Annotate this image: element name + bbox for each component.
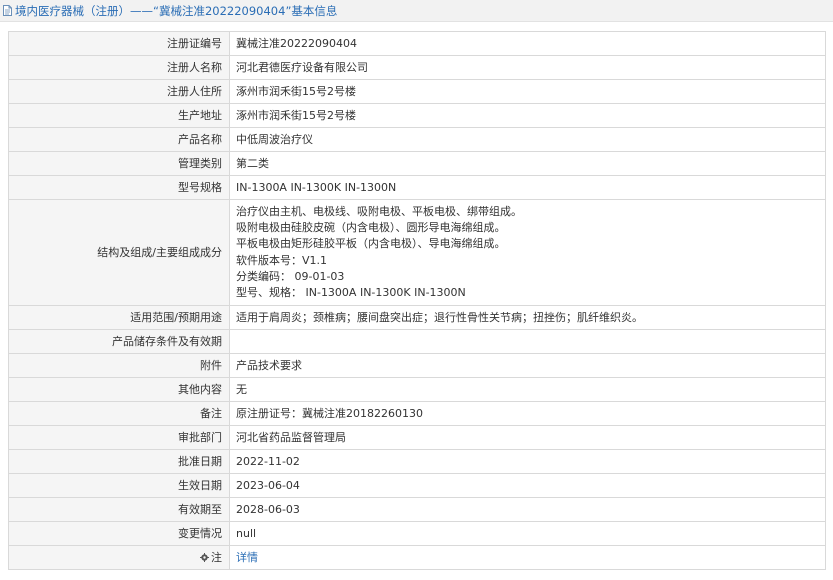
approval-department: 河北省药品监督管理局 [229,425,826,451]
page-title: 境内医疗器械（注册）——“冀械注准20222090404”基本信息 [15,3,338,18]
other-content: 无 [229,377,826,403]
effective-date: 2023-06-04 [229,473,826,499]
table-row: 变更情况 null [8,521,826,547]
row-label: 注册人名称 [8,55,230,80]
row-label: 产品储存条件及有效期 [8,329,230,355]
table-row: 产品储存条件及有效期 [8,329,826,355]
structure-composition: 治疗仪由主机、电极线、吸附电极、平板电极、绑带组成。 吸附电极由硅胶皮碗（内含电… [229,198,826,307]
table-row: 型号规格 IN-1300A IN-1300K IN-1300N [8,175,826,200]
row-label: 管理类别 [8,151,230,176]
row-label: 有效期至 [8,497,230,523]
table-row: 注册证编号 冀械注准20222090404 [8,31,826,56]
row-label: 结构及组成/主要组成成分 [8,198,230,307]
intended-use: 适用于肩周炎；颈椎病；腰间盘突出症；退行性骨性关节病；扭挫伤；肌纤维织炎。 [229,305,826,331]
table-row: 结构及组成/主要组成成分 治疗仪由主机、电极线、吸附电极、平板电极、绑带组成。 … [8,198,826,307]
product-name: 中低周波治疗仪 [229,127,826,152]
row-label: 变更情况 [8,521,230,547]
row-label: 其他内容 [8,377,230,403]
details-link[interactable]: 详情 [236,551,258,564]
table-row: 有效期至 2028-06-03 [8,497,826,523]
table-row: 注册人住所 涿州市润禾街15号2号楼 [8,79,826,104]
table-row: 产品名称 中低周波治疗仪 [8,127,826,152]
row-label: 批准日期 [8,449,230,475]
page-header: 境内医疗器械（注册）——“冀械注准20222090404”基本信息 [0,0,833,22]
row-label: 注册证编号 [8,31,230,56]
table-row: 批准日期 2022-11-02 [8,449,826,475]
table-row: 备注 原注册证号：冀械注准20182260130 [8,401,826,427]
note-label-text: 注 [211,550,222,564]
composition-line: 治疗仪由主机、电极线、吸附电极、平板电极、绑带组成。 [236,205,522,218]
gear-icon [200,551,209,562]
composition-line: 吸附电极由硅胶皮碗（内含电极）、圆形导电海绵组成。 [236,221,506,235]
table-row: 注 详情 [8,545,826,571]
row-label: 附件 [8,353,230,379]
row-label: 备注 [8,401,230,427]
table-row: 适用范围/预期用途 适用于肩周炎；颈椎病；腰间盘突出症；退行性骨性关节病；扭挫伤… [8,305,826,331]
composition-line: 软件版本号：V1.1 [236,253,328,267]
composition-line: 型号、规格： IN-1300A IN-1300K IN-1300N [236,286,466,300]
storage-conditions [229,329,826,355]
table-row: 注册人名称 河北君德医疗设备有限公司 [8,55,826,80]
row-label: 生效日期 [8,473,230,499]
row-label: 型号规格 [8,175,230,200]
details-cell: 详情 [229,545,826,571]
registrant-address: 涿州市润禾街15号2号楼 [229,79,826,104]
remarks: 原注册证号：冀械注准20182260130 [229,401,826,427]
composition-line: 平板电极由矩形硅胶平板（内含电极）、导电海绵组成。 [236,237,506,251]
row-label: 适用范围/预期用途 [8,305,230,331]
row-label: 审批部门 [8,425,230,451]
table-row: 管理类别 第二类 [8,151,826,176]
registrant-name: 河北君德医疗设备有限公司 [229,55,826,80]
table-row: 生产地址 涿州市润禾街15号2号楼 [8,103,826,128]
row-label: 注册人住所 [8,79,230,104]
document-icon [3,5,12,16]
table-row: 附件 产品技术要求 [8,353,826,379]
table-row: 其他内容 无 [8,377,826,403]
row-label: 生产地址 [8,103,230,128]
model-spec: IN-1300A IN-1300K IN-1300N [229,175,826,200]
note-label: 注 [8,545,230,571]
row-label: 产品名称 [8,127,230,152]
info-table: 注册证编号 冀械注准20222090404 注册人名称 河北君德医疗设备有限公司… [8,31,826,571]
composition-line: 分类编码： 09-01-03 [236,269,345,283]
production-address: 涿州市润禾街15号2号楼 [229,103,826,128]
table-row: 生效日期 2023-06-04 [8,473,826,499]
approval-date: 2022-11-02 [229,449,826,475]
management-category: 第二类 [229,151,826,176]
attachments: 产品技术要求 [229,353,826,379]
change-status: null [229,521,826,547]
registration-number: 冀械注准20222090404 [229,31,826,56]
expiry-date: 2028-06-03 [229,497,826,523]
table-row: 审批部门 河北省药品监督管理局 [8,425,826,451]
